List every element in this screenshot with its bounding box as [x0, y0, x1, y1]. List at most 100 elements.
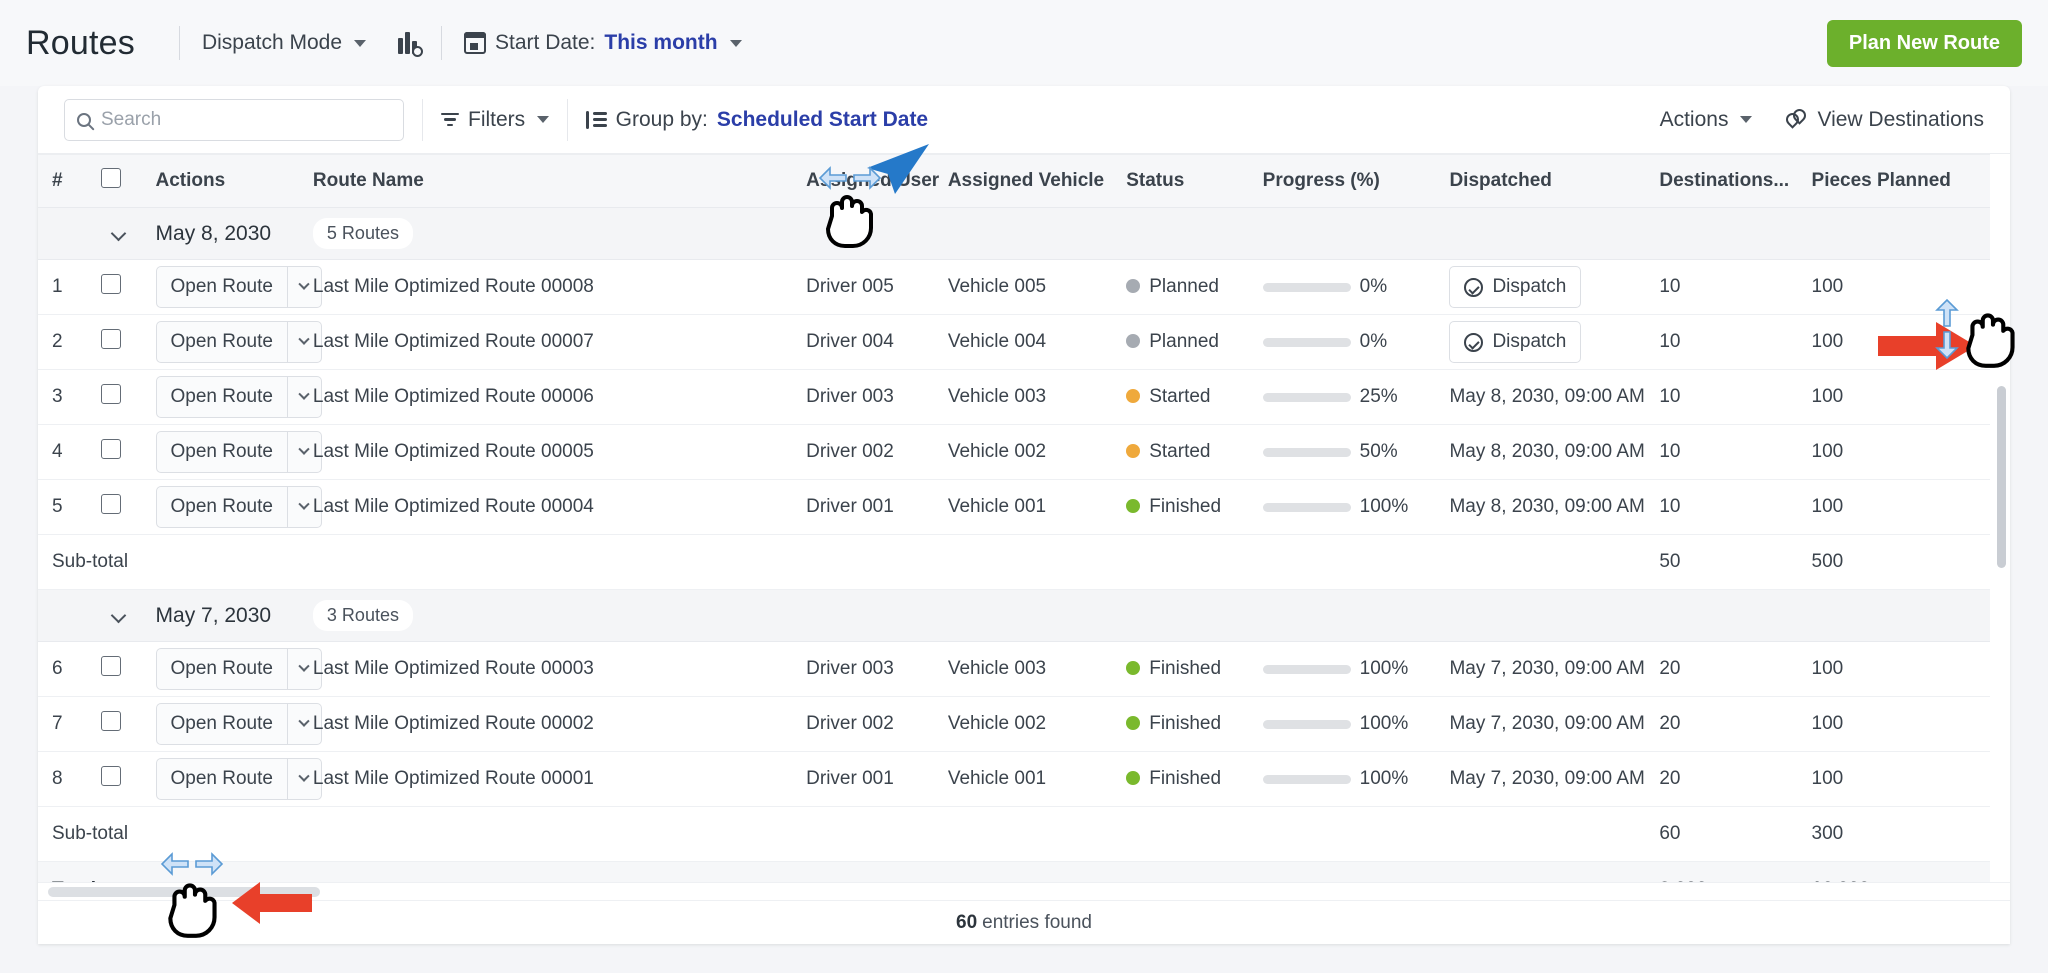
- dispatched-cell[interactable]: May 8, 2030, 09:00 AM: [1449, 479, 1660, 535]
- open-route-button[interactable]: Open Route: [155, 376, 288, 418]
- open-route-button[interactable]: Open Route: [155, 758, 288, 800]
- row-select-cell[interactable]: [100, 259, 156, 315]
- col-header-assigned-vehicle[interactable]: Assigned Vehicle: [947, 154, 1127, 208]
- row-checkbox[interactable]: [100, 711, 121, 731]
- group-collapse-cell[interactable]: [38, 589, 101, 642]
- routes-table-container[interactable]: # Actions Route Name Assigned User Assig…: [38, 154, 2010, 918]
- row-actions-cell[interactable]: Open Route: [155, 751, 322, 807]
- row-select-cell[interactable]: [100, 751, 156, 807]
- open-route-button[interactable]: Open Route: [155, 266, 288, 308]
- search-input[interactable]: [101, 108, 391, 131]
- table-row[interactable]: 7 Open Route Last Mile Optimized Route 0…: [38, 696, 1990, 752]
- col-header-assigned-user[interactable]: Assigned User: [806, 154, 948, 208]
- route-name[interactable]: Last Mile Optimized Route 00003: [312, 641, 807, 697]
- table-row[interactable]: 1 Open Route Last Mile Optimized Route 0…: [38, 259, 1990, 315]
- row-actions-cell[interactable]: Open Route: [155, 641, 322, 697]
- open-route-button[interactable]: Open Route: [155, 431, 288, 473]
- group-header-row[interactable]: May 8, 2030 5 Routes: [38, 207, 1990, 260]
- row-actions-cell[interactable]: Open Route: [155, 259, 322, 315]
- table-row[interactable]: 2 Open Route Last Mile Optimized Route 0…: [38, 314, 1990, 370]
- row-checkbox[interactable]: [100, 656, 121, 676]
- open-route-split-button[interactable]: Open Route: [155, 266, 322, 308]
- dispatched-cell[interactable]: May 7, 2030, 09:00 AM: [1449, 641, 1660, 697]
- row-select-cell[interactable]: [100, 314, 156, 370]
- open-route-split-button[interactable]: Open Route: [155, 648, 322, 690]
- group-header-row[interactable]: May 7, 2030 3 Routes: [38, 589, 1990, 642]
- table-row[interactable]: 3 Open Route Last Mile Optimized Route 0…: [38, 369, 1990, 425]
- open-route-button[interactable]: Open Route: [155, 321, 288, 363]
- table-row[interactable]: 8 Open Route Last Mile Optimized Route 0…: [38, 751, 1990, 807]
- dispatch-mode-dropdown[interactable]: Dispatch Mode: [202, 31, 367, 55]
- col-header-select[interactable]: [100, 154, 156, 208]
- select-all-checkbox[interactable]: [100, 168, 121, 188]
- open-route-split-button[interactable]: Open Route: [155, 431, 322, 473]
- search-box[interactable]: [64, 98, 404, 141]
- columns-settings-icon[interactable]: [398, 32, 424, 57]
- row-checkbox[interactable]: [100, 384, 121, 404]
- chevron-down-icon[interactable]: [110, 225, 127, 241]
- dispatched-cell[interactable]: Dispatch: [1449, 259, 1660, 315]
- col-header-destinations[interactable]: Destinations...: [1659, 154, 1812, 208]
- filters-dropdown[interactable]: Filters: [441, 108, 550, 132]
- col-header-pieces-planned[interactable]: Pieces Planned: [1811, 154, 1990, 208]
- route-name[interactable]: Last Mile Optimized Route 00002: [312, 696, 807, 752]
- route-name[interactable]: Last Mile Optimized Route 00005: [312, 424, 807, 480]
- row-checkbox[interactable]: [100, 329, 121, 349]
- dispatched-cell[interactable]: May 7, 2030, 09:00 AM: [1449, 696, 1660, 752]
- dispatched-cell[interactable]: Dispatch: [1449, 314, 1660, 370]
- chevron-down-icon[interactable]: [110, 607, 127, 623]
- vertical-scrollbar-track[interactable]: [1997, 334, 2006, 914]
- row-select-cell[interactable]: [100, 696, 156, 752]
- dispatched-cell[interactable]: May 8, 2030, 09:00 AM: [1449, 369, 1660, 425]
- view-destinations-button[interactable]: View Destinations: [1783, 105, 1984, 132]
- row-checkbox[interactable]: [100, 274, 121, 294]
- open-route-split-button[interactable]: Open Route: [155, 486, 322, 528]
- row-select-cell[interactable]: [100, 369, 156, 425]
- col-header-actions[interactable]: Actions: [155, 154, 313, 208]
- row-select-cell[interactable]: [100, 479, 156, 535]
- col-header-progress[interactable]: Progress (%): [1262, 154, 1450, 208]
- col-header-route-name[interactable]: Route Name: [312, 154, 807, 208]
- route-name[interactable]: Last Mile Optimized Route 00001: [312, 751, 807, 807]
- open-route-split-button[interactable]: Open Route: [155, 321, 322, 363]
- open-route-button[interactable]: Open Route: [155, 703, 288, 745]
- dispatch-button[interactable]: Dispatch: [1449, 266, 1582, 308]
- plan-new-route-button[interactable]: Plan New Route: [1826, 20, 2022, 67]
- table-row[interactable]: 4 Open Route Last Mile Optimized Route 0…: [38, 424, 1990, 480]
- horizontal-scrollbar-track[interactable]: [38, 882, 2010, 900]
- dispatched-cell[interactable]: May 8, 2030, 09:00 AM: [1449, 424, 1660, 480]
- row-actions-cell[interactable]: Open Route: [155, 369, 322, 425]
- open-route-split-button[interactable]: Open Route: [155, 703, 322, 745]
- actions-dropdown[interactable]: Actions: [1660, 108, 1753, 132]
- group-chevron-cell[interactable]: [100, 589, 156, 642]
- col-header-dispatched[interactable]: Dispatched: [1449, 154, 1660, 208]
- route-name[interactable]: Last Mile Optimized Route 00006: [312, 369, 807, 425]
- open-route-split-button[interactable]: Open Route: [155, 376, 322, 418]
- row-actions-cell[interactable]: Open Route: [155, 696, 322, 752]
- col-header-index[interactable]: #: [38, 154, 101, 208]
- route-name[interactable]: Last Mile Optimized Route 00007: [312, 314, 807, 370]
- table-row[interactable]: 5 Open Route Last Mile Optimized Route 0…: [38, 479, 1990, 535]
- row-select-cell[interactable]: [100, 424, 156, 480]
- open-route-button[interactable]: Open Route: [155, 486, 288, 528]
- row-actions-cell[interactable]: Open Route: [155, 424, 322, 480]
- col-header-status[interactable]: Status: [1126, 154, 1263, 208]
- open-route-split-button[interactable]: Open Route: [155, 758, 322, 800]
- row-checkbox[interactable]: [100, 439, 121, 459]
- open-route-button[interactable]: Open Route: [155, 648, 288, 690]
- dispatched-cell[interactable]: May 7, 2030, 09:00 AM: [1449, 751, 1660, 807]
- row-checkbox[interactable]: [100, 494, 121, 514]
- route-name[interactable]: Last Mile Optimized Route 00004: [312, 479, 807, 535]
- start-date-filter[interactable]: Start Date: This month: [463, 31, 742, 55]
- row-actions-cell[interactable]: Open Route: [155, 479, 322, 535]
- dispatch-button[interactable]: Dispatch: [1449, 321, 1582, 363]
- group-chevron-cell[interactable]: [100, 207, 156, 260]
- route-name[interactable]: Last Mile Optimized Route 00008: [312, 259, 807, 315]
- group-by-dropdown[interactable]: Group by: Scheduled Start Date: [586, 108, 928, 132]
- group-collapse-cell[interactable]: [38, 207, 101, 260]
- vertical-scrollbar-thumb[interactable]: [1997, 386, 2006, 568]
- row-select-cell[interactable]: [100, 641, 156, 697]
- horizontal-scrollbar-thumb[interactable]: [48, 887, 320, 897]
- row-checkbox[interactable]: [100, 766, 121, 786]
- row-actions-cell[interactable]: Open Route: [155, 314, 322, 370]
